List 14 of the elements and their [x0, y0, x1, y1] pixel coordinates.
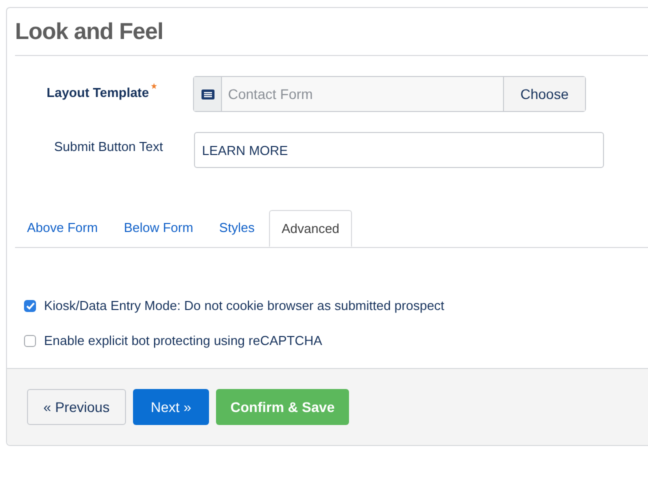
tab[interactable]: Styles [207, 210, 267, 247]
checkbox[interactable] [24, 334, 36, 346]
input-field[interactable]: LEARN MORE [194, 132, 604, 168]
panel-title: Look and Feel [15, 18, 164, 45]
option-label: Kiosk/Data Entry Mode: Do not cookie browser as submitted prospect [44, 298, 444, 313]
tab[interactable]: Above Form [15, 210, 110, 247]
checkbox[interactable] [24, 300, 36, 312]
next-button[interactable]: Next » [133, 389, 209, 425]
option-label: Enable explicit bot protecting using reCAPTCHA [44, 333, 322, 348]
field-label: Submit Button Text [54, 139, 163, 154]
previous-button[interactable]: « Previous [27, 389, 126, 425]
field-label: Layout Template [46, 85, 149, 100]
tab[interactable]: Advanced [268, 210, 352, 247]
tab[interactable]: Below Form [112, 210, 206, 247]
